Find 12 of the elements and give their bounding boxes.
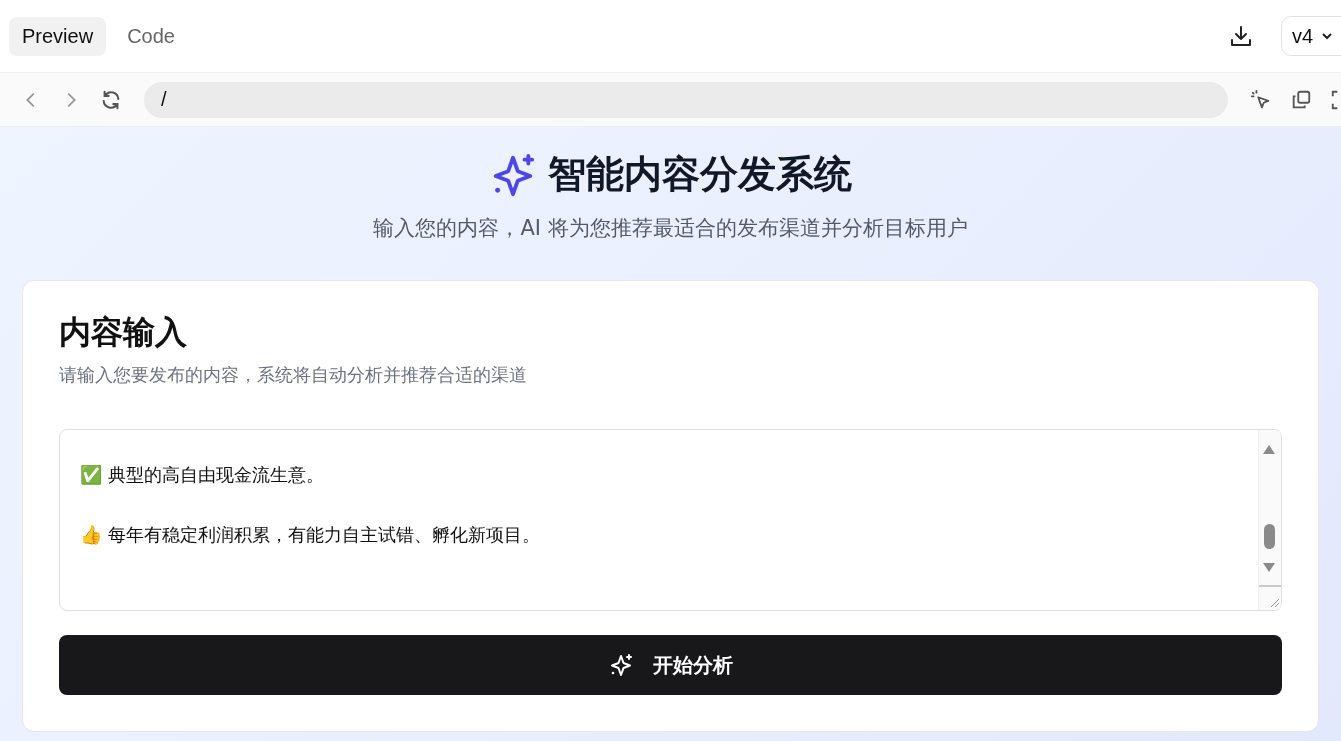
content-line: ✅ 典型的高自由现金流生意。 xyxy=(80,463,325,487)
page-title: 智能内容分发系统 xyxy=(547,151,852,198)
page-subtitle: 输入您的内容，AI 将为您推荐最适合的发布渠道并分析目标用户 xyxy=(372,215,969,242)
content-text-area[interactable]: ✅ 典型的高自由现金流生意。 👍 每年有稳定利润积累，有能力自主试错、孵化新项目。 xyxy=(59,429,1282,611)
tab[interactable]: Code xyxy=(114,16,188,56)
content-line: 👍 每年有稳定利润积累，有能力自主试错、孵化新项目。 xyxy=(80,523,541,547)
version-dropdown[interactable]: v4 xyxy=(1281,16,1341,56)
address-field[interactable]: / xyxy=(144,81,1228,118)
start-analysis-button[interactable]: 开始分析 xyxy=(59,635,1282,695)
tab[interactable]: Preview xyxy=(9,16,107,56)
card-title: 内容输入 xyxy=(59,312,188,353)
card-description: 请输入您要发布的内容，系统将自动分析并推荐合适的渠道 xyxy=(59,363,528,387)
